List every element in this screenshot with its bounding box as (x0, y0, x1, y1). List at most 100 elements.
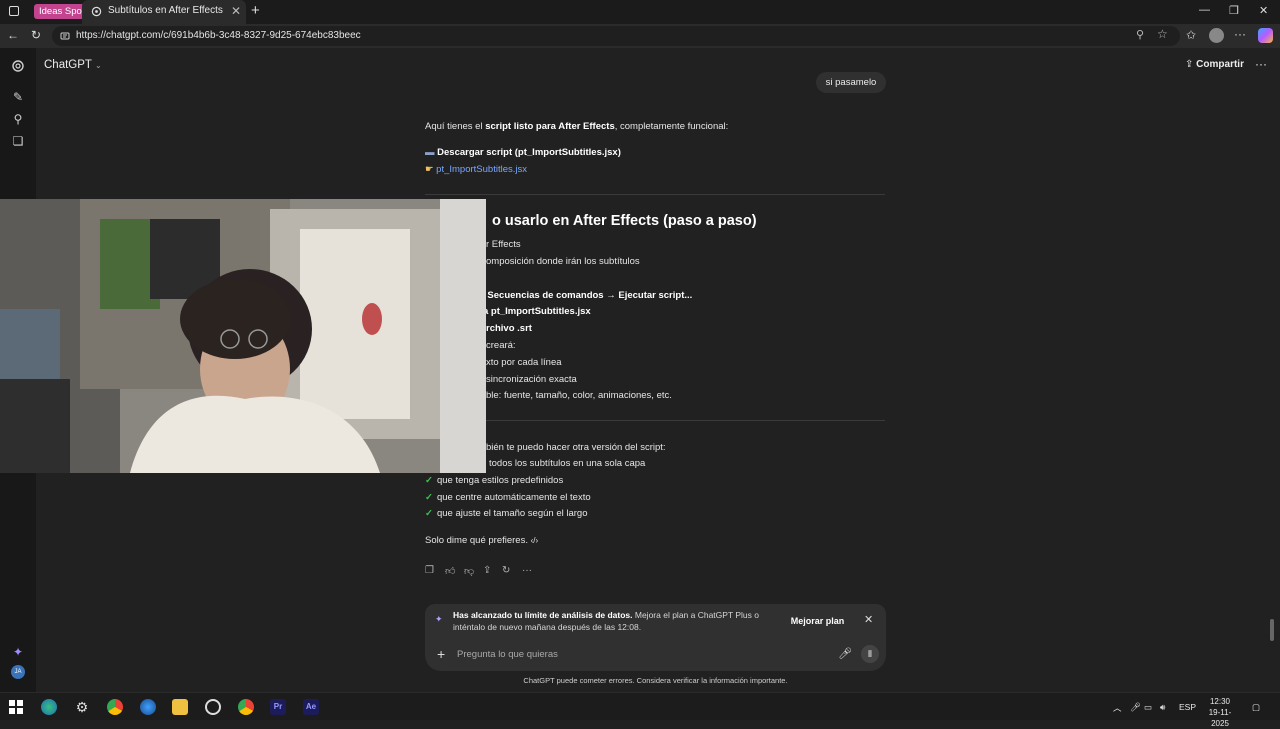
prompt-input[interactable]: Pregunta lo que quieras (457, 649, 558, 660)
after-effects-icon[interactable]: Ae (303, 699, 319, 715)
copy-icon[interactable]: ❐ (425, 565, 434, 576)
more-icon[interactable]: ··· (1234, 27, 1246, 41)
user-message: si pasamelo (816, 72, 886, 93)
maximize-icon[interactable]: ❐ (1229, 4, 1239, 17)
option-item: todos los subtítulos en una sola capa (489, 458, 646, 469)
profile-avatar[interactable] (1209, 28, 1224, 43)
edge-icon[interactable] (41, 699, 57, 715)
intro-text: Aquí tienes el script listo para After E… (425, 121, 729, 132)
share-label: Compartir (1196, 59, 1244, 70)
new-chat-icon[interactable]: ✎ (11, 90, 25, 104)
step-line: rchivo .srt (486, 323, 532, 334)
download-link[interactable]: pt_ImportSubtitles.jsx (436, 164, 527, 175)
model-selector[interactable]: ChatGPT ⌄ (44, 59, 102, 71)
step-line: creará: (486, 340, 516, 351)
scrollbar[interactable] (1270, 619, 1274, 641)
thumbs-up-icon[interactable]: 👍︎ (445, 565, 455, 577)
step-line: a pt_ImportSubtitles.jsx (483, 306, 591, 317)
favorites-icon[interactable]: ✩ (1186, 28, 1196, 42)
webcam-video (0, 199, 486, 473)
active-tab[interactable]: Subtítulos en After Effects ✕ (82, 0, 246, 24)
zoom-icon[interactable]: ⚲ (1136, 28, 1144, 41)
notifications-icon[interactable]: ▢ (1252, 702, 1260, 713)
share-button[interactable]: ⇪ Compartir (1185, 59, 1244, 70)
window-menu-icon[interactable] (9, 6, 19, 16)
step-line: r Effects (486, 239, 521, 250)
new-tab-icon[interactable]: + (251, 2, 260, 19)
code-icon: ‹/› (530, 536, 539, 545)
minimize-icon[interactable]: — (1199, 4, 1210, 16)
regenerate-icon[interactable]: ↻ (502, 565, 510, 576)
favorite-star-icon[interactable]: ☆ (1157, 27, 1168, 41)
obs-icon[interactable] (205, 699, 221, 715)
browser-tab-bar: Ideas Sport Subtítulos en After Effects … (0, 0, 1280, 24)
divider (425, 194, 885, 195)
option-item: ✓ que tenga estilos predefinidos (425, 475, 564, 486)
thumbs-down-icon[interactable]: 👎︎ (464, 565, 474, 577)
microphone-tray-icon[interactable]: 🎤︎ (1130, 702, 1141, 713)
site-info-icon[interactable] (60, 31, 70, 41)
time: 12:30 (1209, 697, 1231, 706)
chrome-icon[interactable] (107, 699, 123, 715)
settings-gear-icon[interactable]: ⚙ (74, 699, 90, 715)
check-icon: ✓ (425, 492, 433, 503)
volume-icon[interactable]: 🔊︎ (1160, 702, 1165, 713)
limit-notice: ✦ Has alcanzado tu límite de análisis de… (425, 604, 886, 638)
search-icon[interactable]: ⚲ (11, 112, 25, 126)
step-line: xto por cada línea (486, 357, 562, 368)
language-indicator[interactable]: ESP (1179, 702, 1196, 712)
url-text: https://chatgpt.com/c/691b4b6b-3c48-8327… (76, 30, 361, 41)
disclaimer: ChatGPT puede cometer errores. Considera… (523, 676, 788, 685)
refresh-icon[interactable]: ↻ (31, 28, 41, 42)
closing-text: Solo dime qué prefieres. ‹/› (425, 535, 539, 546)
section-heading: o usarlo en After Effects (paso a paso) (492, 213, 757, 229)
browser-nav-bar: ← ↻ https://chatgpt.com/c/691b4b6b-3c48-… (0, 24, 1280, 48)
copilot-icon[interactable] (1258, 28, 1273, 43)
file-explorer-icon[interactable] (172, 699, 188, 715)
option-item: ✓ que centre automáticamente el texto (425, 492, 591, 503)
step-line: ▸ Secuencias de comandos → Ejecutar scri… (480, 290, 692, 301)
microphone-icon[interactable]: 🎤︎ (838, 647, 852, 660)
upgrade-plan-button[interactable]: Mejorar plan (788, 612, 847, 630)
share-icon: ⇪ (1185, 59, 1194, 70)
network-icon[interactable]: ▭ (1144, 702, 1152, 713)
share-message-icon[interactable]: ⇪ (483, 565, 491, 576)
add-attachment-icon[interactable]: + (437, 646, 445, 662)
chrome-profile-icon[interactable] (238, 699, 254, 715)
back-icon[interactable]: ← (7, 28, 19, 42)
chatgpt-favicon-icon (91, 6, 102, 17)
disk-icon: ▬ (425, 147, 435, 158)
sparkle-icon: ✦ (435, 614, 443, 624)
step-line: omposición donde irán los subtítulos (486, 256, 640, 267)
model-name: ChatGPT (44, 59, 92, 71)
more-actions-icon[interactable]: ··· (522, 565, 532, 576)
options-intro: bién te puedo hacer otra versión del scr… (486, 442, 666, 453)
close-icon[interactable]: ✕ (864, 613, 873, 626)
windows-taskbar: ⚙ Pr Ae ︿ 🎤︎ ▭ 🔊︎ ESP 12:30 19-11-2025 ▢ (0, 692, 1280, 728)
windows-start-icon[interactable] (8, 699, 24, 715)
close-tab-icon[interactable]: ✕ (231, 4, 241, 18)
voice-mode-icon[interactable]: ⦀ (861, 645, 879, 663)
chevron-up-icon[interactable]: ︿ (1113, 702, 1122, 714)
divider (425, 420, 885, 421)
sparkle-icon[interactable]: ✦ (11, 645, 25, 659)
chevron-down-icon: ⌄ (94, 61, 102, 70)
conversation-options-icon[interactable]: ··· (1255, 57, 1267, 71)
openai-logo-icon[interactable] (11, 59, 25, 73)
address-bar[interactable]: https://chatgpt.com/c/691b4b6b-3c48-8327… (52, 26, 1180, 46)
user-avatar[interactable]: JA (11, 665, 25, 679)
download-heading: ▬ Descargar script (pt_ImportSubtitles.j… (425, 147, 621, 158)
clock[interactable]: 12:30 19-11-2025 (1200, 696, 1240, 729)
webcam-overlay (0, 199, 486, 473)
step-line: sincronización exacta (486, 374, 577, 385)
library-icon[interactable]: ❏ (11, 134, 25, 148)
composer: + Pregunta lo que quieras 🎤︎ ⦀ (425, 638, 886, 671)
date: 19-11-2025 (1208, 708, 1232, 728)
notice-text: Has alcanzado tu límite de análisis de d… (453, 610, 759, 632)
close-window-icon[interactable]: ✕ (1259, 4, 1268, 17)
check-icon: ✓ (425, 508, 433, 519)
premiere-pro-icon[interactable]: Pr (270, 699, 286, 715)
option-item: ✓ que ajuste el tamaño según el largo (425, 508, 588, 519)
edge-active-icon[interactable] (140, 699, 156, 715)
step-line: ble: fuente, tamaño, color, animaciones,… (486, 390, 672, 401)
